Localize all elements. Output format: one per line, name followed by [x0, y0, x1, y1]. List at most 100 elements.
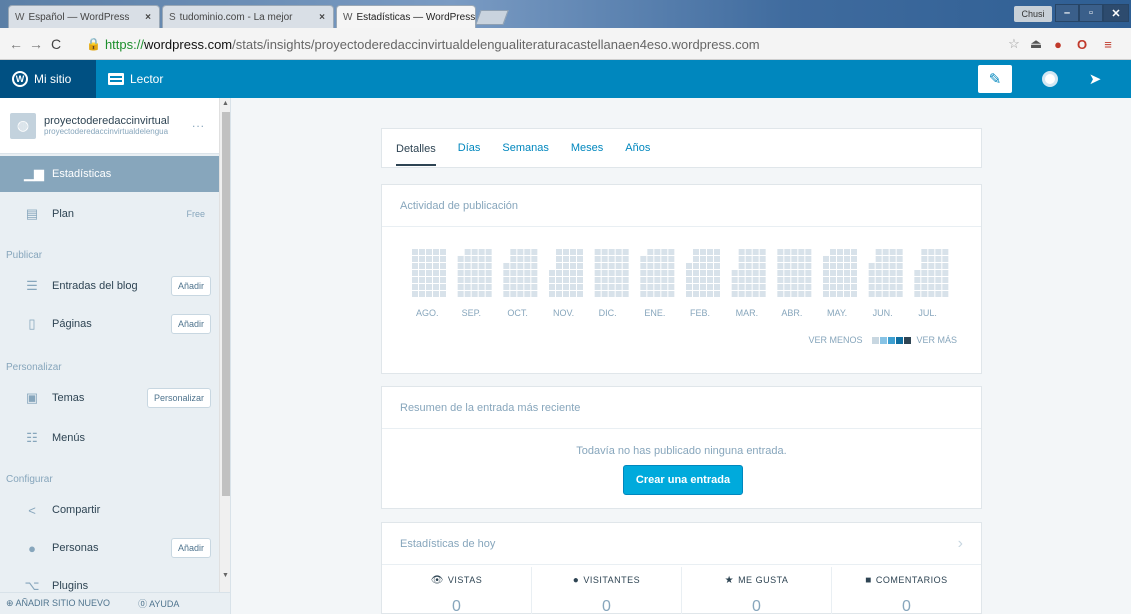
heatmap-day-cell — [896, 291, 903, 297]
new-tab-button[interactable] — [475, 10, 509, 25]
sidebar-item-menus[interactable]: ☷ Menús — [0, 420, 219, 456]
download-icon[interactable]: ⏏ — [1026, 34, 1046, 54]
heatmap-day-cell — [942, 270, 949, 276]
maximize-button[interactable]: ▫ — [1079, 4, 1103, 22]
sidebar-item-themes[interactable]: ▣ Temas Personalizar — [0, 380, 219, 416]
heatmap-day-cell — [464, 263, 471, 269]
scrollbar-thumb[interactable] — [222, 112, 230, 496]
heatmap-day-cell — [570, 270, 576, 276]
profile-button[interactable] — [1040, 60, 1060, 98]
section-publish: Publicar — [6, 250, 43, 261]
heatmap-day-cell — [928, 270, 935, 276]
heatmap-day-cell — [700, 249, 706, 255]
sidebar-item-sharing[interactable]: < Compartir — [0, 492, 219, 528]
heatmap-day-cell — [412, 249, 418, 255]
add-person-button[interactable]: Añadir — [170, 538, 211, 558]
heatmap-day-cell — [686, 277, 692, 283]
heatmap-day-cell — [798, 249, 805, 255]
heatmap-day-cell — [882, 249, 889, 255]
heatmap-day-cell — [759, 277, 766, 283]
help-link[interactable]: ⓪ AYUDA — [138, 597, 193, 610]
sidebar-item-people[interactable]: ● Personas Añadir — [0, 530, 219, 566]
chevron-right-icon[interactable]: › — [958, 535, 963, 553]
today-stats-title[interactable]: Estadísticas de hoy — [382, 523, 981, 565]
heatmap-day-cell — [549, 284, 555, 290]
add-site-link[interactable]: ⊕ AÑADIR SITIO NUEVO — [6, 598, 124, 609]
browser-tab-3[interactable]: W Estadísticas — WordPress × — [336, 5, 476, 28]
opera-extension-icon[interactable]: O — [1072, 34, 1092, 54]
write-post-button[interactable]: ✎ — [978, 65, 1012, 93]
reader-link[interactable]: Lector — [108, 60, 163, 98]
heatmap-day-cell — [510, 277, 517, 283]
bookmark-star-icon[interactable]: ☆ — [1004, 34, 1024, 54]
heatmap-day-cell — [563, 256, 569, 262]
notifications-button[interactable]: ➤ — [1084, 60, 1106, 98]
heatmap-day-cell — [777, 249, 784, 255]
heatmap-day-cell — [805, 263, 812, 269]
sidebar-scrollbar[interactable]: ▲ ▼ — [219, 98, 230, 598]
sidebar-item-pages[interactable]: ▯ Páginas Añadir — [0, 306, 219, 342]
close-tab-icon[interactable]: × — [315, 12, 325, 23]
heatmap-day-cell — [686, 270, 692, 276]
heatmap-day-cell — [921, 277, 928, 283]
add-post-button[interactable]: Añadir — [170, 276, 211, 296]
scroll-down-icon[interactable]: ▼ — [222, 572, 229, 579]
back-arrow-icon[interactable]: ← — [6, 36, 26, 52]
stat-views[interactable]: 👁 VISTAS 0 — [382, 567, 532, 614]
browser-menu-icon[interactable]: ≡ — [1098, 34, 1118, 54]
heatmap-day-cell — [798, 263, 805, 269]
heatmap-day-cell — [556, 291, 562, 297]
stat-likes[interactable]: ★ ME GUSTA 0 — [682, 567, 832, 614]
browser-tab-1[interactable]: W Español — WordPress × — [8, 5, 160, 28]
heatmap-day-cell — [457, 291, 464, 297]
more-icon[interactable]: ... — [192, 116, 205, 130]
heatmap-day-cell — [524, 263, 531, 269]
window-user-badge[interactable]: Chusi — [1014, 6, 1052, 22]
heatmap-day-cell — [601, 256, 608, 262]
heatmap-day-cell — [707, 277, 713, 283]
heatmap-day-cell — [868, 284, 875, 290]
heatmap-day-cell — [577, 270, 583, 276]
heatmap-day-cell — [517, 249, 524, 255]
tab-years[interactable]: Años — [625, 142, 650, 154]
reload-icon[interactable]: C — [46, 36, 66, 52]
heatmap-day-cell — [784, 263, 791, 269]
heatmap-day-cell — [419, 270, 425, 276]
tab-weeks[interactable]: Semanas — [502, 142, 548, 154]
sidebar-item-plan[interactable]: ▤ Plan Free — [0, 196, 219, 232]
heatmap-day-cell — [563, 277, 569, 283]
tab-details[interactable]: Detalles — [396, 143, 436, 166]
add-page-button[interactable]: Añadir — [170, 314, 211, 334]
plan-badge: Free — [186, 209, 205, 219]
my-site-link[interactable]: W Mi sitio — [0, 60, 96, 98]
heatmap-day-cell — [668, 291, 675, 297]
heatmap-day-cell — [510, 270, 517, 276]
tab-months[interactable]: Meses — [571, 142, 603, 154]
close-tab-icon[interactable]: × — [141, 12, 151, 23]
stat-visitors[interactable]: ● VISITANTES 0 — [532, 567, 682, 614]
heatmap-day-cell — [570, 249, 576, 255]
heatmap-day-cell — [798, 277, 805, 283]
sidebar-item-blog-posts[interactable]: ☰ Entradas del blog Añadir — [0, 268, 219, 304]
tab-days[interactable]: Días — [458, 142, 481, 154]
create-post-button[interactable]: Crear una entrada — [623, 465, 743, 495]
site-switcher[interactable]: ◍ proyectoderedaccinvirtual proyectodere… — [0, 98, 219, 154]
heatmap-day-cell — [654, 270, 661, 276]
heatmap-day-cell — [928, 256, 935, 262]
heatmap-day-cell — [868, 263, 875, 269]
forward-arrow-icon[interactable]: → — [26, 36, 46, 52]
heatmap-day-cell — [837, 270, 843, 276]
customize-button[interactable]: Personalizar — [146, 388, 211, 408]
sidebar-item-stats[interactable]: ▁▆ Estadísticas — [0, 156, 219, 192]
heatmap-day-cell — [752, 284, 759, 290]
heatmap-day-cell — [640, 270, 647, 276]
minimize-button[interactable]: – — [1055, 4, 1079, 22]
heatmap-day-cell — [577, 277, 583, 283]
browser-tab-2[interactable]: S tudominio.com - La mejor × — [162, 5, 334, 28]
address-bar[interactable]: 🔒 https:// wordpress.com /stats/insights… — [86, 33, 986, 55]
scroll-up-icon[interactable]: ▲ — [222, 100, 229, 107]
window-close-button[interactable]: ✕ — [1103, 4, 1129, 22]
adblock-extension-icon[interactable]: ● — [1048, 34, 1068, 54]
stat-comments[interactable]: ■ COMENTARIOS 0 — [832, 567, 981, 614]
heatmap-day-cell — [700, 256, 706, 262]
